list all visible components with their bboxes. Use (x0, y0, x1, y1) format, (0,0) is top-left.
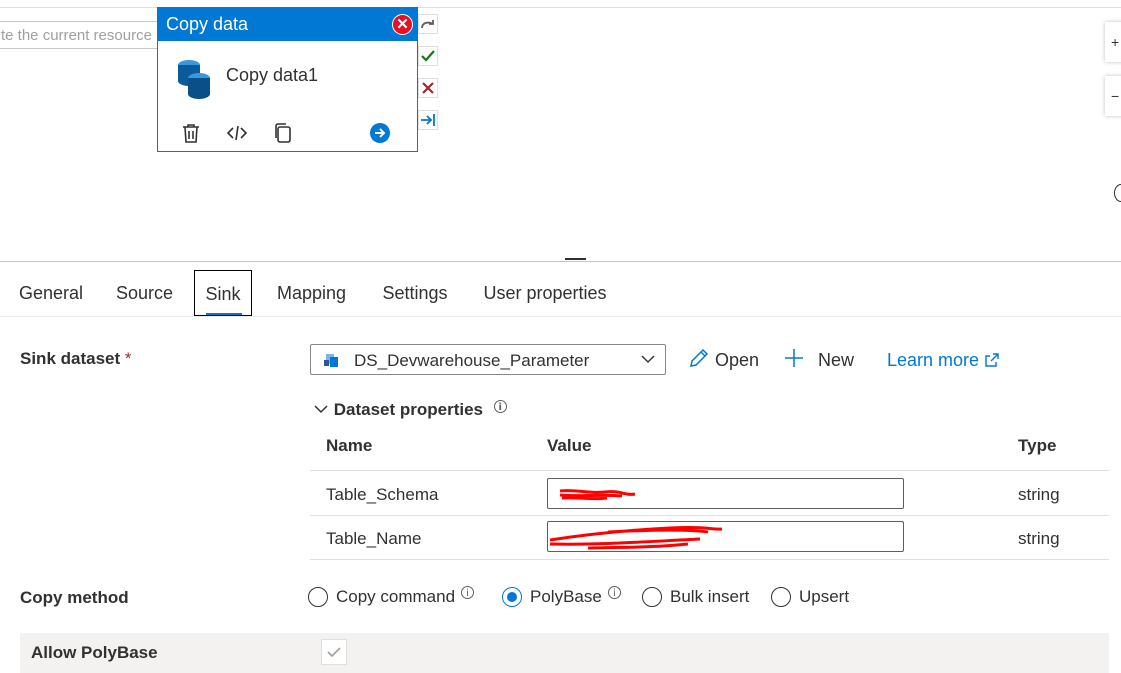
tabs-divider (0, 316, 1121, 317)
open-dataset-button[interactable]: Open (688, 347, 759, 371)
copy-data-activity-card[interactable]: Copy data ✕ Copy data1 (157, 7, 418, 152)
dataset-properties-label: Dataset properties (333, 400, 484, 419)
zoom-in-button[interactable]: + (1105, 22, 1121, 62)
chevron-down-icon (641, 355, 655, 363)
open-label: Open (715, 350, 760, 370)
tab-settings[interactable]: Settings (374, 270, 456, 316)
radio-copy-command[interactable]: Copy command i (308, 585, 475, 609)
dataset-icon (324, 354, 338, 367)
fit-to-screen-icon[interactable] (1114, 184, 1121, 202)
radio-label: Bulk insert (670, 587, 750, 606)
sink-dataset-value: DS_Devwarehouse_Parameter (354, 351, 590, 370)
delete-icon[interactable] (179, 121, 203, 145)
radio-polybase[interactable]: PolyBase i (502, 585, 621, 609)
column-header-type: Type (1018, 436, 1057, 455)
code-icon[interactable] (225, 121, 249, 145)
canvas-search-input[interactable]: te the current resource (0, 21, 166, 49)
radio-circle[interactable] (308, 587, 328, 607)
redo-arrow-icon (421, 20, 434, 29)
allow-polybase-checkbox[interactable] (321, 639, 347, 665)
table-row-divider (310, 515, 1109, 516)
column-header-name: Name (326, 436, 373, 455)
radio-circle[interactable] (771, 587, 791, 607)
success-connector[interactable] (418, 46, 438, 66)
dataset-properties-toggle[interactable]: Dataset properties i (313, 400, 507, 420)
activity-name: Copy data1 (226, 65, 319, 85)
panel-splitter[interactable] (0, 261, 1121, 262)
info-icon[interactable]: i (461, 585, 475, 599)
learn-more-link[interactable]: Learn more (887, 350, 1000, 371)
active-tab-indicator (206, 313, 242, 315)
info-icon[interactable]: i (493, 400, 507, 413)
skipped-connector[interactable] (418, 110, 438, 130)
copy-icon[interactable] (271, 121, 295, 145)
tab-user-properties[interactable]: User properties (474, 270, 616, 316)
radio-label: Upsert (799, 587, 850, 606)
plus-icon (785, 349, 803, 367)
tab-sink[interactable]: Sink (194, 270, 252, 316)
tab-general[interactable]: General (12, 270, 90, 316)
redaction-scribble (549, 525, 723, 550)
failure-connector[interactable] (418, 78, 438, 98)
tab-source[interactable]: Source (109, 270, 180, 316)
x-mark-icon (422, 82, 434, 94)
property-type: string (1018, 529, 1060, 548)
checkmark-icon (327, 647, 341, 658)
allow-polybase-label: Allow PolyBase (31, 643, 158, 662)
sink-dataset-label: Sink dataset * (20, 349, 132, 368)
splitter-handle[interactable] (565, 258, 586, 260)
property-value-input[interactable] (547, 521, 904, 552)
chevron-down-icon (314, 405, 328, 414)
radio-label: PolyBase (530, 587, 602, 606)
allow-polybase-row: Allow PolyBase (20, 633, 1109, 673)
radio-circle[interactable] (502, 587, 522, 607)
table-row-divider (310, 559, 1109, 560)
required-marker: * (124, 349, 132, 368)
tab-mapping[interactable]: Mapping (266, 270, 357, 316)
column-header-value: Value (547, 436, 592, 455)
copy-method-label: Copy method (20, 588, 129, 607)
activity-type-title: Copy data (158, 8, 417, 41)
sink-dataset-dropdown[interactable]: DS_Devwarehouse_Parameter (310, 344, 666, 375)
property-value-input[interactable] (547, 478, 904, 509)
zoom-out-button[interactable]: − (1105, 76, 1121, 116)
copy-data-activity-icon (178, 60, 210, 99)
property-name-table-schema: Table_Schema (326, 485, 439, 504)
radio-circle[interactable] (642, 587, 662, 607)
radio-upsert[interactable]: Upsert (771, 585, 849, 609)
checkmark-icon (421, 50, 435, 62)
property-name-table-name: Table_Name (326, 529, 422, 548)
property-type: string (1018, 485, 1060, 504)
table-header-divider (310, 470, 1109, 471)
external-link-icon (985, 353, 999, 367)
close-icon[interactable]: ✕ (392, 14, 413, 35)
learn-more-label: Learn more (887, 350, 980, 370)
new-label: New (818, 350, 855, 370)
info-icon[interactable]: i (607, 585, 621, 599)
arrow-right-circle-icon[interactable] (368, 121, 392, 145)
arrow-to-right-icon (421, 114, 435, 126)
radio-bulk-insert[interactable]: Bulk insert (642, 585, 749, 609)
completion-connector[interactable] (418, 14, 438, 34)
new-dataset-button[interactable]: New (783, 347, 854, 371)
pencil-icon (690, 348, 709, 367)
radio-label: Copy command (336, 587, 456, 606)
redaction-scribble (559, 489, 636, 501)
